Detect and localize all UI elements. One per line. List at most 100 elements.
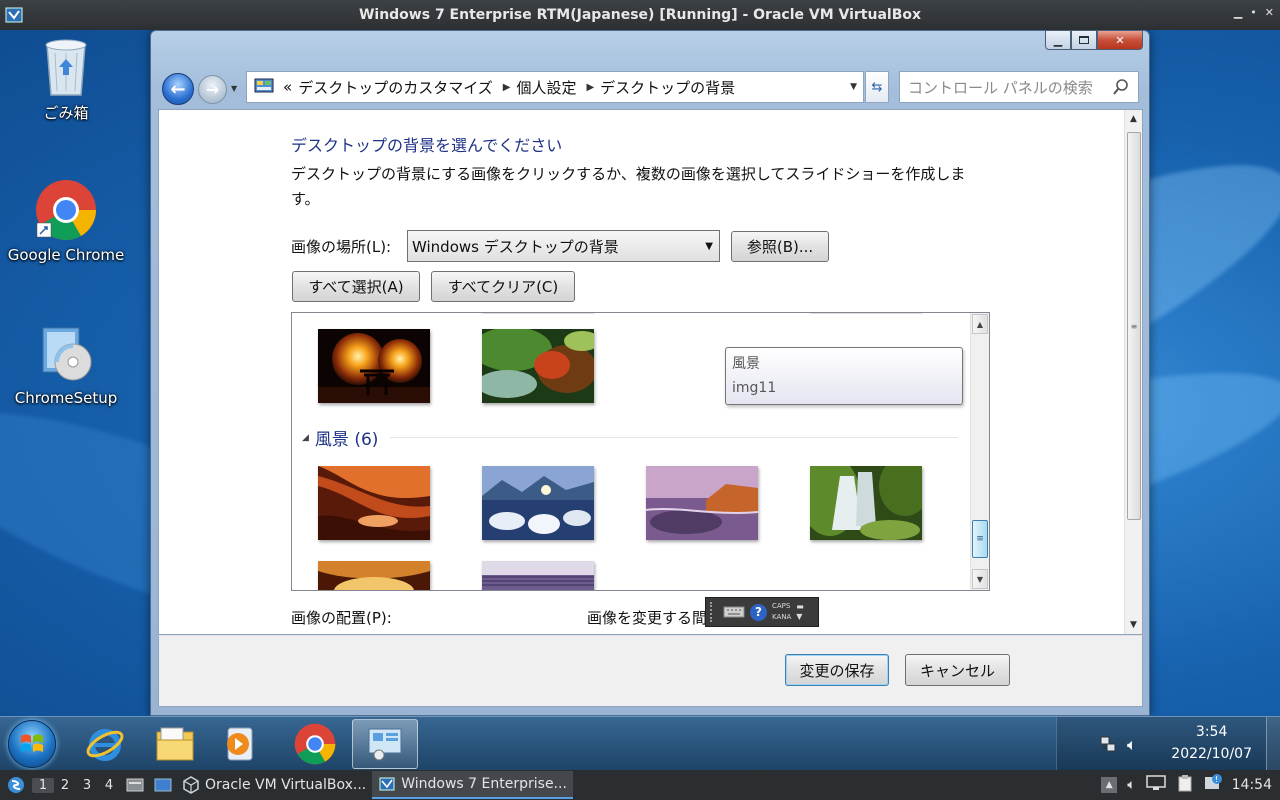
close-icon: ✕ bbox=[1115, 33, 1125, 47]
scroll-up-icon[interactable]: ▲ bbox=[972, 314, 988, 334]
wallpaper-thumbnail[interactable] bbox=[482, 466, 594, 540]
show-desktop-button[interactable] bbox=[1266, 717, 1280, 771]
browse-button[interactable]: 参照(B)... bbox=[731, 231, 829, 262]
host-clock[interactable]: 14:54 bbox=[1232, 777, 1272, 793]
forward-arrow-icon: → bbox=[205, 80, 220, 99]
address-dropdown-icon[interactable]: ▼ bbox=[850, 82, 857, 92]
desktop-icon-label: Google Chrome bbox=[7, 246, 125, 264]
host-display-icon[interactable] bbox=[1145, 775, 1166, 795]
workspace-1[interactable]: 1 bbox=[32, 777, 54, 793]
start-button[interactable] bbox=[8, 720, 56, 768]
desktop-icon-label: ChromeSetup bbox=[14, 389, 118, 407]
workspace-2[interactable]: 2 bbox=[54, 778, 76, 793]
wallpaper-thumbnail[interactable] bbox=[810, 466, 922, 540]
desktop-icon-chromesetup[interactable]: ChromeSetup bbox=[1, 321, 131, 407]
breadcrumb-overflow[interactable]: « bbox=[283, 78, 292, 96]
chrome-icon bbox=[36, 180, 97, 241]
clear-all-button[interactable]: すべてクリア(C) bbox=[431, 271, 575, 302]
location-select[interactable]: Windows デスクトップの背景 ▼ bbox=[407, 230, 720, 262]
host-task-virtualbox-manager[interactable]: Oracle VM VirtualBox... bbox=[176, 771, 372, 799]
wallpaper-thumbnail[interactable] bbox=[318, 329, 430, 403]
cancel-button[interactable]: キャンセル bbox=[905, 654, 1010, 686]
volume-icon[interactable]: 🔈︎ bbox=[1127, 735, 1137, 755]
file-manager-icon[interactable] bbox=[120, 778, 150, 792]
desktop-icon-recycle-bin[interactable]: ごみ箱 bbox=[1, 34, 131, 123]
grip-icon[interactable] bbox=[710, 602, 718, 622]
back-button[interactable]: ← bbox=[162, 73, 194, 105]
virtualbox-icon bbox=[183, 776, 199, 794]
breadcrumb-separator-icon[interactable]: ▶ bbox=[503, 82, 511, 93]
langbar-options-icon[interactable]: ▼ bbox=[796, 612, 804, 622]
save-changes-button[interactable]: 変更の保存 bbox=[785, 654, 889, 686]
keyboard-icon[interactable] bbox=[723, 605, 745, 619]
select-all-button[interactable]: すべて選択(A) bbox=[292, 271, 420, 302]
breadcrumb-item[interactable]: デスクトップの背景 bbox=[600, 77, 735, 98]
taskbar-google-chrome[interactable] bbox=[282, 719, 348, 769]
desktop-icon-google-chrome[interactable]: Google Chrome bbox=[1, 178, 131, 264]
minimize-langbar-icon[interactable]: ▬ bbox=[796, 602, 804, 612]
picture-position-label: 画像の配置(P): bbox=[291, 609, 392, 627]
taskbar-explorer[interactable] bbox=[142, 719, 208, 769]
clock-time: 3:54 bbox=[1195, 724, 1228, 740]
wallpaper-thumbnail[interactable] bbox=[482, 561, 594, 591]
host-titlebar: Windows 7 Enterprise RTM(Japanese) [Runn… bbox=[0, 0, 1280, 30]
search-icon[interactable] bbox=[1112, 78, 1130, 96]
workspace-4[interactable]: 4 bbox=[98, 778, 120, 793]
scroll-down-icon[interactable]: ▼ bbox=[1125, 616, 1142, 634]
taskbar-control-panel[interactable] bbox=[352, 719, 418, 769]
host-menu-icon[interactable] bbox=[0, 775, 32, 795]
forward-button[interactable]: → bbox=[198, 75, 227, 104]
network-icon[interactable] bbox=[1099, 735, 1117, 757]
host-minimize-icon[interactable]: ▁ bbox=[1234, 6, 1242, 19]
collapse-triangle-icon[interactable]: ◢ bbox=[302, 433, 309, 443]
recent-pages-dropdown-icon[interactable]: ▼ bbox=[231, 84, 237, 93]
host-close-icon[interactable]: ✕ bbox=[1265, 6, 1274, 19]
group-header[interactable]: ◢ 風景 (6) bbox=[302, 425, 958, 450]
host-tray-up-icon[interactable]: ▲ bbox=[1101, 777, 1118, 793]
host-maximize-icon[interactable]: • bbox=[1250, 6, 1257, 19]
address-bar[interactable]: « デスクトップのカスタマイズ ▶ 個人設定 ▶ デスクトップの背景 ▼ bbox=[246, 71, 864, 103]
wallpaper-thumbnail[interactable] bbox=[318, 561, 430, 591]
clock-date: 2022/10/07 bbox=[1171, 746, 1252, 762]
system-clock[interactable]: 3:54 2022/10/07 bbox=[1171, 721, 1252, 765]
minimize-icon: ▁ bbox=[1053, 33, 1063, 47]
internet-explorer-icon bbox=[86, 729, 124, 761]
breadcrumb-item[interactable]: デスクトップのカスタマイズ bbox=[298, 77, 493, 98]
scroll-down-icon[interactable]: ▼ bbox=[972, 569, 988, 589]
taskbar-media-player[interactable] bbox=[206, 719, 272, 769]
ime-language-bar[interactable]: ? CAPS KANA ▬ ▼ bbox=[705, 597, 819, 627]
breadcrumb-separator-icon[interactable]: ▶ bbox=[586, 82, 594, 93]
wallpaper-thumbnail[interactable] bbox=[482, 329, 594, 403]
host-window-title: Windows 7 Enterprise RTM(Japanese) [Runn… bbox=[358, 7, 922, 23]
personalization-icon bbox=[368, 728, 402, 761]
scroll-up-icon[interactable]: ▲ bbox=[1125, 110, 1142, 128]
gallery-scrollbar[interactable]: ▲ ≡ ▼ bbox=[970, 313, 989, 590]
taskbar-internet-explorer[interactable] bbox=[72, 719, 138, 769]
content-pane: デスクトップの背景を選んでください デスクトップの背景にする画像をクリックするか… bbox=[158, 109, 1143, 635]
workspace-3[interactable]: 3 bbox=[76, 778, 98, 793]
host-volume-icon[interactable]: 🔈︎ bbox=[1127, 777, 1135, 793]
search-input[interactable]: コントロール パネルの検索 bbox=[908, 77, 1093, 98]
location-label: 画像の場所(L): bbox=[291, 238, 392, 256]
dialog-footer: 変更の保存 キャンセル bbox=[158, 635, 1143, 707]
host-clipboard-icon[interactable] bbox=[1176, 774, 1194, 796]
wallpaper-thumbnail[interactable] bbox=[318, 466, 430, 540]
maximize-button[interactable] bbox=[1071, 30, 1097, 50]
host-task-windows7-vm[interactable]: Windows 7 Enterprise... bbox=[372, 771, 573, 799]
content-scroll-thumb[interactable]: ≡ bbox=[1127, 132, 1141, 520]
search-box[interactable]: コントロール パネルの検索 bbox=[899, 71, 1139, 103]
help-icon[interactable]: ? bbox=[750, 603, 767, 621]
background-gallery[interactable]: 風景 img11 ◢ 風景 (6) ▲ ≡ ▼ bbox=[291, 312, 990, 591]
show-desktop-icon[interactable] bbox=[150, 778, 176, 792]
close-button[interactable]: ✕ bbox=[1097, 30, 1143, 50]
refresh-button[interactable]: ⇆ bbox=[865, 71, 889, 103]
content-scrollbar[interactable]: ▲ ≡ ▼ bbox=[1124, 110, 1142, 634]
group-title: 風景 (6) bbox=[314, 430, 379, 450]
breadcrumb-item[interactable]: 個人設定 bbox=[516, 77, 576, 98]
host-task-label: Oracle VM VirtualBox... bbox=[205, 777, 367, 793]
host-notification-icon[interactable]: ! bbox=[1204, 774, 1222, 796]
wallpaper-thumbnail[interactable] bbox=[646, 466, 758, 540]
tooltip-filename: img11 bbox=[732, 380, 777, 396]
minimize-button[interactable]: ▁ bbox=[1045, 30, 1071, 50]
gallery-scroll-thumb[interactable]: ≡ bbox=[972, 520, 988, 558]
